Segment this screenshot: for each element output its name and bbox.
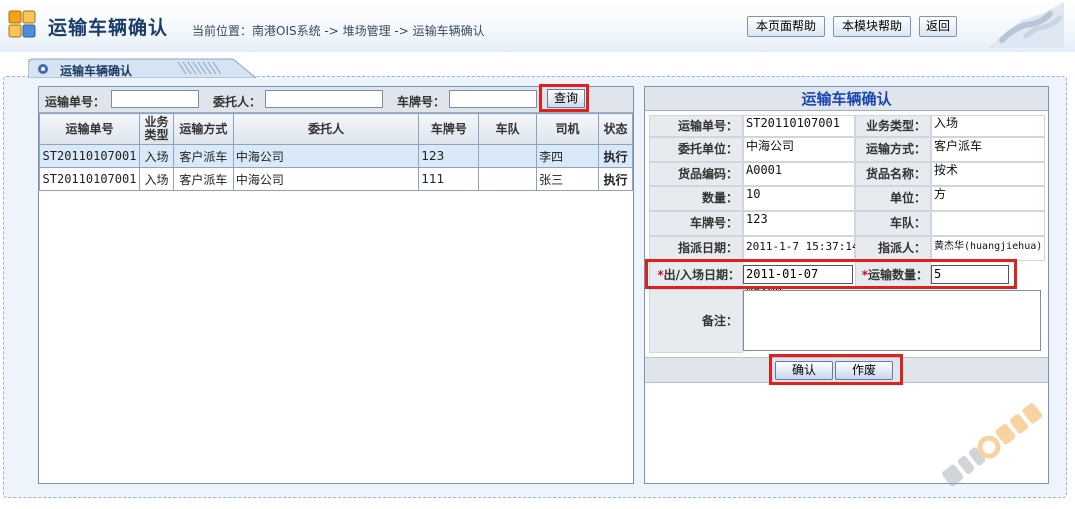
inout-date-label: *出/入场日期： [649, 261, 743, 289]
table-header-row: 运输单号 业务类型 运输方式 委托人 车牌号 车队 司机 状态 [39, 113, 634, 145]
cell-transport-mode: 客户派车 [172, 144, 234, 168]
col-plate[interactable]: 车牌号 [418, 113, 480, 145]
table-row[interactable]: ST20110107001 入场 客户派车 中海公司 123 李四 执行 [39, 144, 634, 168]
query-button[interactable]: 查询 [547, 89, 585, 108]
cell-transport-mode: 客户派车 [172, 167, 234, 191]
execute-link[interactable]: 执行 [597, 167, 634, 191]
execute-link[interactable]: 执行 [597, 144, 634, 168]
back-button[interactable]: 返回 [919, 16, 957, 37]
breadcrumb: 当前位置：南港OIS系统 -> 堆场管理 -> 运输车辆确认 [192, 24, 485, 38]
table-row[interactable]: ST20110107001 入场 客户派车 中海公司 111 张三 执行 [39, 167, 634, 191]
remark-label: 备注： [649, 289, 743, 353]
transport-mode-label: 运输方式： [855, 137, 931, 162]
transport-list-pane: 运输单号： 委托人： 车牌号： 查询 运输单号 业务类型 运输方式 委托人 车牌… [38, 84, 634, 484]
void-button[interactable]: 作废 [835, 361, 893, 380]
cell-driver: 张三 [536, 167, 599, 191]
cell-plate: 123 [418, 144, 480, 168]
goods-name-label: 货品名称： [855, 162, 931, 186]
plate-value: 123 [743, 211, 855, 236]
biz-type-value: 入场 [931, 115, 1045, 137]
col-fleet[interactable]: 车队 [478, 113, 538, 145]
transport-no-label: 运输单号： [649, 115, 743, 137]
client-label: 委托人： [213, 95, 262, 109]
client-input[interactable] [265, 90, 383, 108]
fleet-value [931, 211, 1045, 236]
transport-mode-value: 客户派车 [931, 137, 1045, 162]
dispatcher-label: 指派人： [855, 236, 931, 261]
inout-date-label-text: 出/入场日期： [663, 268, 740, 282]
transport-no-label: 运输单号： [45, 95, 106, 109]
transport-no-value: ST20110107001 [743, 115, 855, 137]
page-title: 运输车辆确认 [48, 17, 169, 39]
col-driver[interactable]: 司机 [536, 113, 599, 145]
cell-fleet [478, 144, 538, 168]
search-bar: 运输单号： 委托人： 车牌号： 查询 [39, 87, 633, 113]
plate-label: 车牌号： [397, 95, 446, 109]
cell-client: 中海公司 [232, 144, 420, 168]
goods-name-value: 按术 [931, 162, 1045, 186]
panel-tab-label: 运输车辆确认 [60, 64, 133, 78]
action-bar: 确认 作废 [645, 357, 1048, 383]
col-status[interactable]: 状态 [597, 113, 634, 145]
cell-driver: 李四 [536, 144, 599, 168]
confirm-button[interactable]: 确认 [775, 361, 833, 380]
dispatch-date-value: 2011-1-7 15:37:14 [743, 236, 859, 261]
handshake-icon [987, 2, 1064, 48]
goods-code-label: 货品编码： [649, 162, 743, 186]
dispatcher-value: 黄杰华(huangjiehua) [931, 236, 1045, 261]
app-logo-icon [8, 10, 36, 38]
detail-title: 运输车辆确认 [645, 87, 1048, 111]
col-client[interactable]: 委托人 [232, 113, 420, 145]
transport-table: 运输单号 业务类型 运输方式 委托人 车牌号 车队 司机 状态 ST201101… [39, 113, 634, 191]
plate-label: 车牌号： [649, 211, 743, 236]
plate-input[interactable] [449, 90, 537, 108]
consignor-value: 中海公司 [743, 137, 855, 162]
qty-value: 10 [743, 186, 855, 211]
dispatch-date-label: 指派日期： [649, 236, 743, 261]
fleet-label: 车队： [855, 211, 931, 236]
cell-transport-no: ST20110107001 [39, 144, 140, 168]
col-biz-type[interactable]: 业务类型 [138, 113, 174, 145]
biz-type-label: 业务类型： [855, 115, 931, 137]
cell-biz-type: 入场 [138, 167, 174, 191]
unit-value: 方 [931, 186, 1045, 211]
unit-label: 单位： [855, 186, 931, 211]
cell-plate: 111 [418, 167, 480, 191]
goods-code-value: A0001 [743, 162, 855, 186]
col-transport-mode[interactable]: 运输方式 [172, 113, 234, 145]
page-help-button[interactable]: 本页面帮助 [747, 16, 825, 37]
cell-transport-no: ST20110107001 [39, 167, 140, 191]
cell-biz-type: 入场 [138, 144, 174, 168]
trans-qty-label: *运输数量： [855, 261, 931, 289]
cell-fleet [478, 167, 538, 191]
watermark-logo-icon [942, 403, 1043, 487]
inout-date-input[interactable]: 2011-01-07 08:00 [743, 265, 853, 298]
consignor-label: 委托单位： [649, 137, 743, 162]
module-help-button[interactable]: 本模块帮助 [833, 16, 911, 37]
page-header: 运输车辆确认 当前位置：南港OIS系统 -> 堆场管理 -> 运输车辆确认 本页… [0, 0, 1075, 52]
cell-client: 中海公司 [232, 167, 420, 191]
transport-no-input[interactable] [111, 90, 199, 108]
remark-textarea[interactable] [743, 290, 1041, 351]
qty-label: 数量： [649, 186, 743, 211]
trans-qty-input[interactable]: 5 [931, 265, 1009, 284]
trans-qty-label-text: 运输数量： [867, 268, 928, 282]
col-transport-no[interactable]: 运输单号 [39, 113, 140, 145]
